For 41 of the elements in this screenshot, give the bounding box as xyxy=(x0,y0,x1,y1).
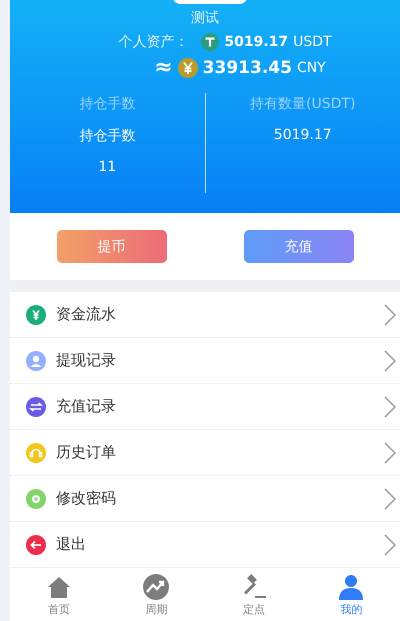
stat-label: 持有数量(USDT) xyxy=(250,95,356,113)
chevron-right-icon xyxy=(384,534,396,556)
nav-icon xyxy=(142,572,170,600)
nav-tab[interactable]: 周期 xyxy=(108,568,205,621)
user-name: 测试 xyxy=(191,9,219,27)
chevron-right-icon xyxy=(384,488,396,510)
stat-value: 11 xyxy=(98,159,116,175)
cny-unit: CNY xyxy=(296,60,326,76)
menu-icon xyxy=(26,350,46,370)
yuan-icon xyxy=(178,58,198,78)
nav-tab[interactable]: 首页 xyxy=(10,568,108,621)
menu-item[interactable]: 充值记录 xyxy=(10,384,400,430)
menu-icon xyxy=(26,442,46,462)
nav-label: 周期 xyxy=(145,602,168,616)
nav-icon xyxy=(337,572,366,600)
nav-tab[interactable]: 定点 xyxy=(205,568,302,621)
menu-item[interactable]: 历史订单 xyxy=(10,430,400,476)
menu-item[interactable]: 提现记录 xyxy=(10,338,400,384)
nav-label: 首页 xyxy=(48,602,70,616)
menu-item[interactable]: 资金流水 xyxy=(10,292,400,338)
stat-label: 持仓手数 xyxy=(79,95,136,113)
chevron-right-icon xyxy=(384,442,396,464)
approx-sign: ≈ xyxy=(154,57,173,79)
assets-label: 个人资产： xyxy=(118,33,188,51)
chevron-right-icon xyxy=(384,396,396,418)
cny-amount: 33913.45 xyxy=(202,58,292,78)
tether-icon xyxy=(201,33,220,51)
menu-icon xyxy=(26,488,46,508)
nav-label: 我的 xyxy=(340,602,362,616)
menu-icon xyxy=(26,396,46,416)
nav-tab[interactable]: 我的 xyxy=(302,568,400,621)
chevron-right-icon xyxy=(384,304,396,326)
stat-value: 5019.17 xyxy=(274,127,332,143)
usdt-amount: 5019.17 xyxy=(224,34,288,50)
usdt-unit: USDT xyxy=(293,34,332,50)
nav-label: 定点 xyxy=(242,602,265,616)
stat-value: 持仓手数 xyxy=(79,127,136,145)
menu-item[interactable]: 修改密码 xyxy=(10,476,400,522)
menu-icon xyxy=(26,534,46,554)
chevron-right-icon xyxy=(384,350,396,372)
menu-icon xyxy=(26,304,46,324)
